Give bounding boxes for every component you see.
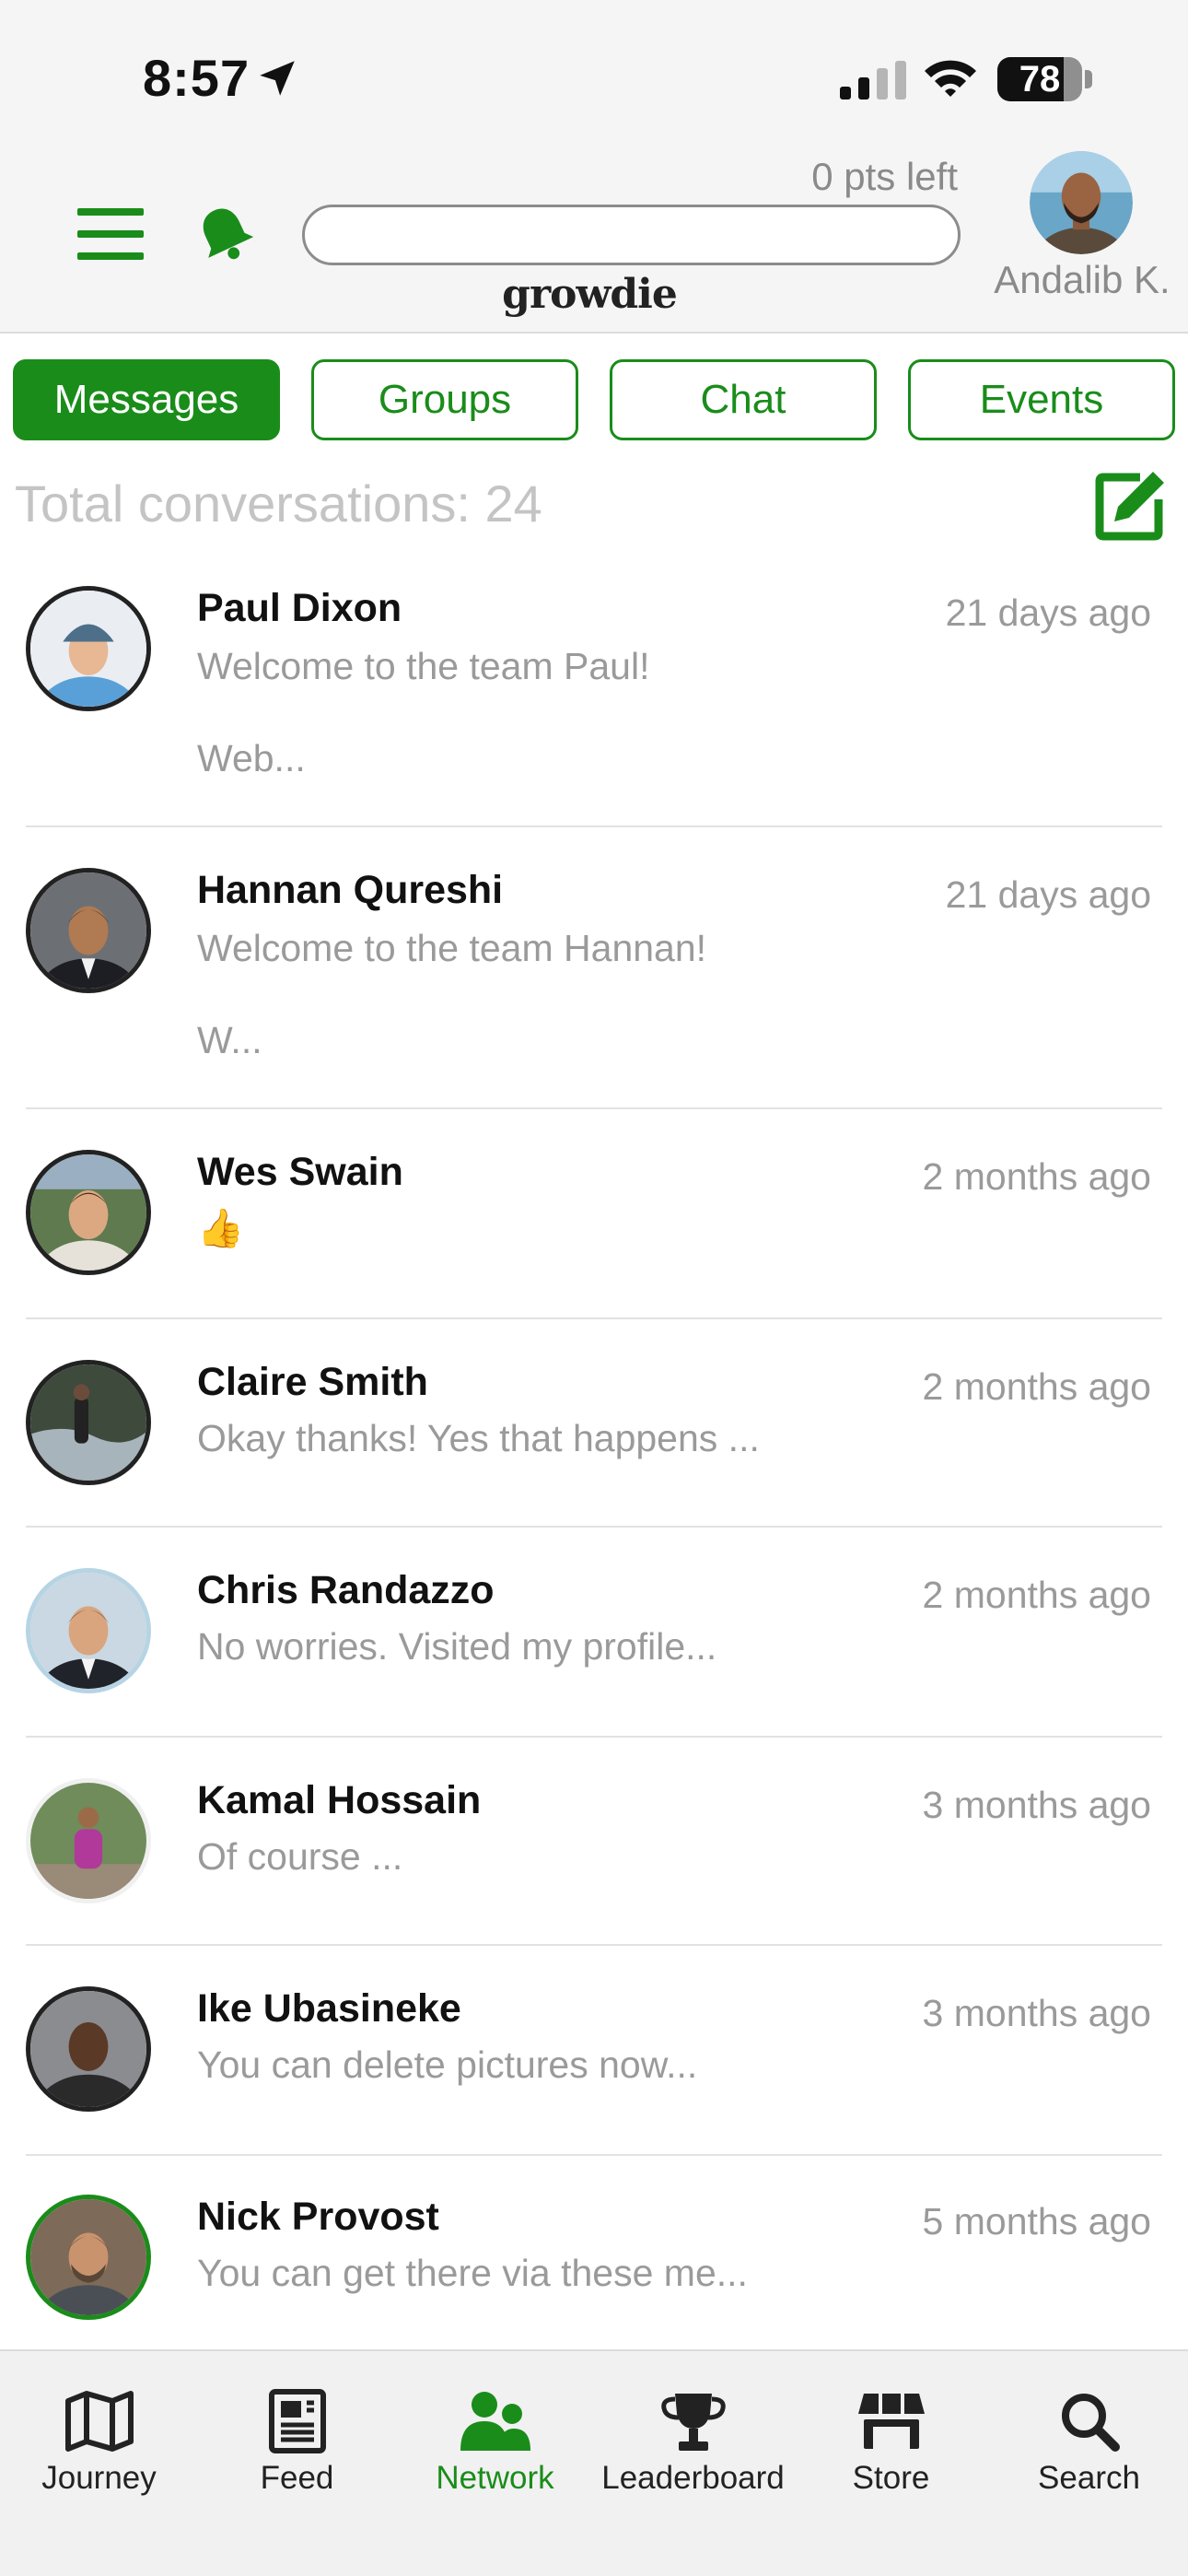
timestamp: 2 months ago [922, 1365, 1151, 1408]
people-icon [460, 2392, 530, 2451]
message-preview-more: Web... [197, 737, 306, 779]
contact-name: Hannan Qureshi [197, 868, 504, 912]
contact-name: Nick Provost [197, 2195, 439, 2239]
contact-name: Claire Smith [197, 1360, 428, 1404]
tab-messages[interactable]: Messages [13, 359, 280, 440]
cell-signal-icon [840, 61, 906, 100]
nav-leaderboard[interactable]: Leaderboard [594, 2388, 792, 2517]
timestamp: 21 days ago [945, 873, 1151, 916]
nav-label: Store [852, 2460, 930, 2496]
nav-store[interactable]: Store [792, 2388, 990, 2517]
conversation-item[interactable]: Nick Provost 5 months ago You can get th… [0, 2156, 1188, 2349]
contact-name: Ike Ubasineke [197, 1986, 461, 2031]
conversation-item[interactable]: Claire Smith 2 months ago Okay thanks! Y… [0, 1319, 1188, 1528]
contact-name: Chris Randazzo [197, 1568, 495, 1612]
contact-name: Wes Swain [197, 1150, 403, 1194]
conversation-list: Paul Dixon 21 days ago Welcome to the te… [0, 558, 1188, 2349]
avatar [26, 586, 151, 711]
nav-network[interactable]: Network [396, 2388, 594, 2517]
avatar [26, 1150, 151, 1275]
avatar [26, 1778, 151, 1903]
trophy-icon [660, 2394, 726, 2451]
total-conversations-count: Total conversations: 24 [15, 474, 542, 533]
battery-indicator: 78 [997, 57, 1082, 101]
nav-journey[interactable]: Journey [0, 2388, 198, 2517]
message-preview: Of course ... [197, 1835, 403, 1878]
hamburger-menu-icon[interactable] [77, 208, 144, 260]
timestamp: 3 months ago [922, 1784, 1151, 1826]
location-arrow-icon [260, 61, 295, 96]
conversation-item[interactable]: Wes Swain 2 months ago 👍 [0, 1109, 1188, 1319]
tab-events[interactable]: Events [908, 359, 1175, 440]
avatar [26, 868, 151, 993]
timestamp: 2 months ago [922, 1155, 1151, 1198]
avatar [26, 2195, 151, 2320]
conversation-item[interactable]: Hannan Qureshi 21 days ago Welcome to th… [0, 827, 1188, 1109]
nav-label: Leaderboard [601, 2460, 785, 2496]
user-name: Andalib K. [994, 258, 1171, 301]
points-remaining: 0 pts left [811, 155, 958, 198]
bell-icon[interactable] [192, 201, 258, 267]
timestamp: 3 months ago [922, 1992, 1151, 2034]
map-icon [64, 2391, 134, 2452]
search-icon [1061, 2394, 1120, 2452]
battery-nub [1085, 70, 1092, 88]
nav-label: Journey [41, 2460, 157, 2496]
avatar [26, 1360, 151, 1485]
compose-message-icon[interactable] [1092, 466, 1170, 544]
message-preview: No worries. Visited my profile... [197, 1625, 717, 1668]
timestamp: 2 months ago [922, 1574, 1151, 1616]
conversation-item[interactable]: Paul Dixon 21 days ago Welcome to the te… [0, 558, 1188, 827]
avatar [26, 1986, 151, 2112]
battery-percent: 78 [1019, 59, 1061, 100]
message-preview: 👍 [197, 1207, 245, 1249]
wifi-icon [925, 60, 976, 97]
nav-feed[interactable]: Feed [198, 2388, 396, 2517]
message-preview: Okay thanks! Yes that happens ... [197, 1417, 760, 1459]
nav-search[interactable]: Search [990, 2388, 1188, 2517]
nav-label: Feed [260, 2460, 334, 2496]
header: 8:57 78 0 pts left growdie Andalib K. [0, 0, 1188, 334]
nav-label: Search [1038, 2460, 1140, 2496]
tab-chat[interactable]: Chat [610, 359, 877, 440]
bottom-navigation: Journey Feed Network Leaderboard Store S… [0, 2349, 1188, 2576]
section-tabs: Messages Groups Chat Events [13, 359, 1175, 440]
store-icon [857, 2394, 925, 2449]
message-preview-more: W... [197, 1019, 262, 1061]
tab-groups[interactable]: Groups [311, 359, 578, 440]
message-preview: Welcome to the team Hannan! [197, 927, 707, 969]
user-avatar[interactable] [1030, 151, 1133, 254]
status-time: 8:57 [143, 49, 250, 107]
conversation-item[interactable]: Kamal Hossain 3 months ago Of course ... [0, 1738, 1188, 1946]
message-preview: You can get there via these me... [197, 2252, 748, 2294]
contact-name: Kamal Hossain [197, 1778, 482, 1822]
message-preview: You can delete pictures now... [197, 2043, 698, 2086]
conversation-item[interactable]: Ike Ubasineke 3 months ago You can delet… [0, 1946, 1188, 2156]
newspaper-icon [268, 2389, 326, 2453]
conversation-item[interactable]: Chris Randazzo 2 months ago No worries. … [0, 1528, 1188, 1738]
points-progress-bar [302, 205, 961, 265]
message-preview: Welcome to the team Paul! [197, 645, 650, 687]
timestamp: 5 months ago [922, 2200, 1151, 2242]
brand-logo: growdie [502, 271, 678, 318]
contact-name: Paul Dixon [197, 586, 402, 630]
timestamp: 21 days ago [945, 591, 1151, 634]
nav-label: Network [436, 2460, 554, 2496]
avatar [26, 1568, 151, 1693]
